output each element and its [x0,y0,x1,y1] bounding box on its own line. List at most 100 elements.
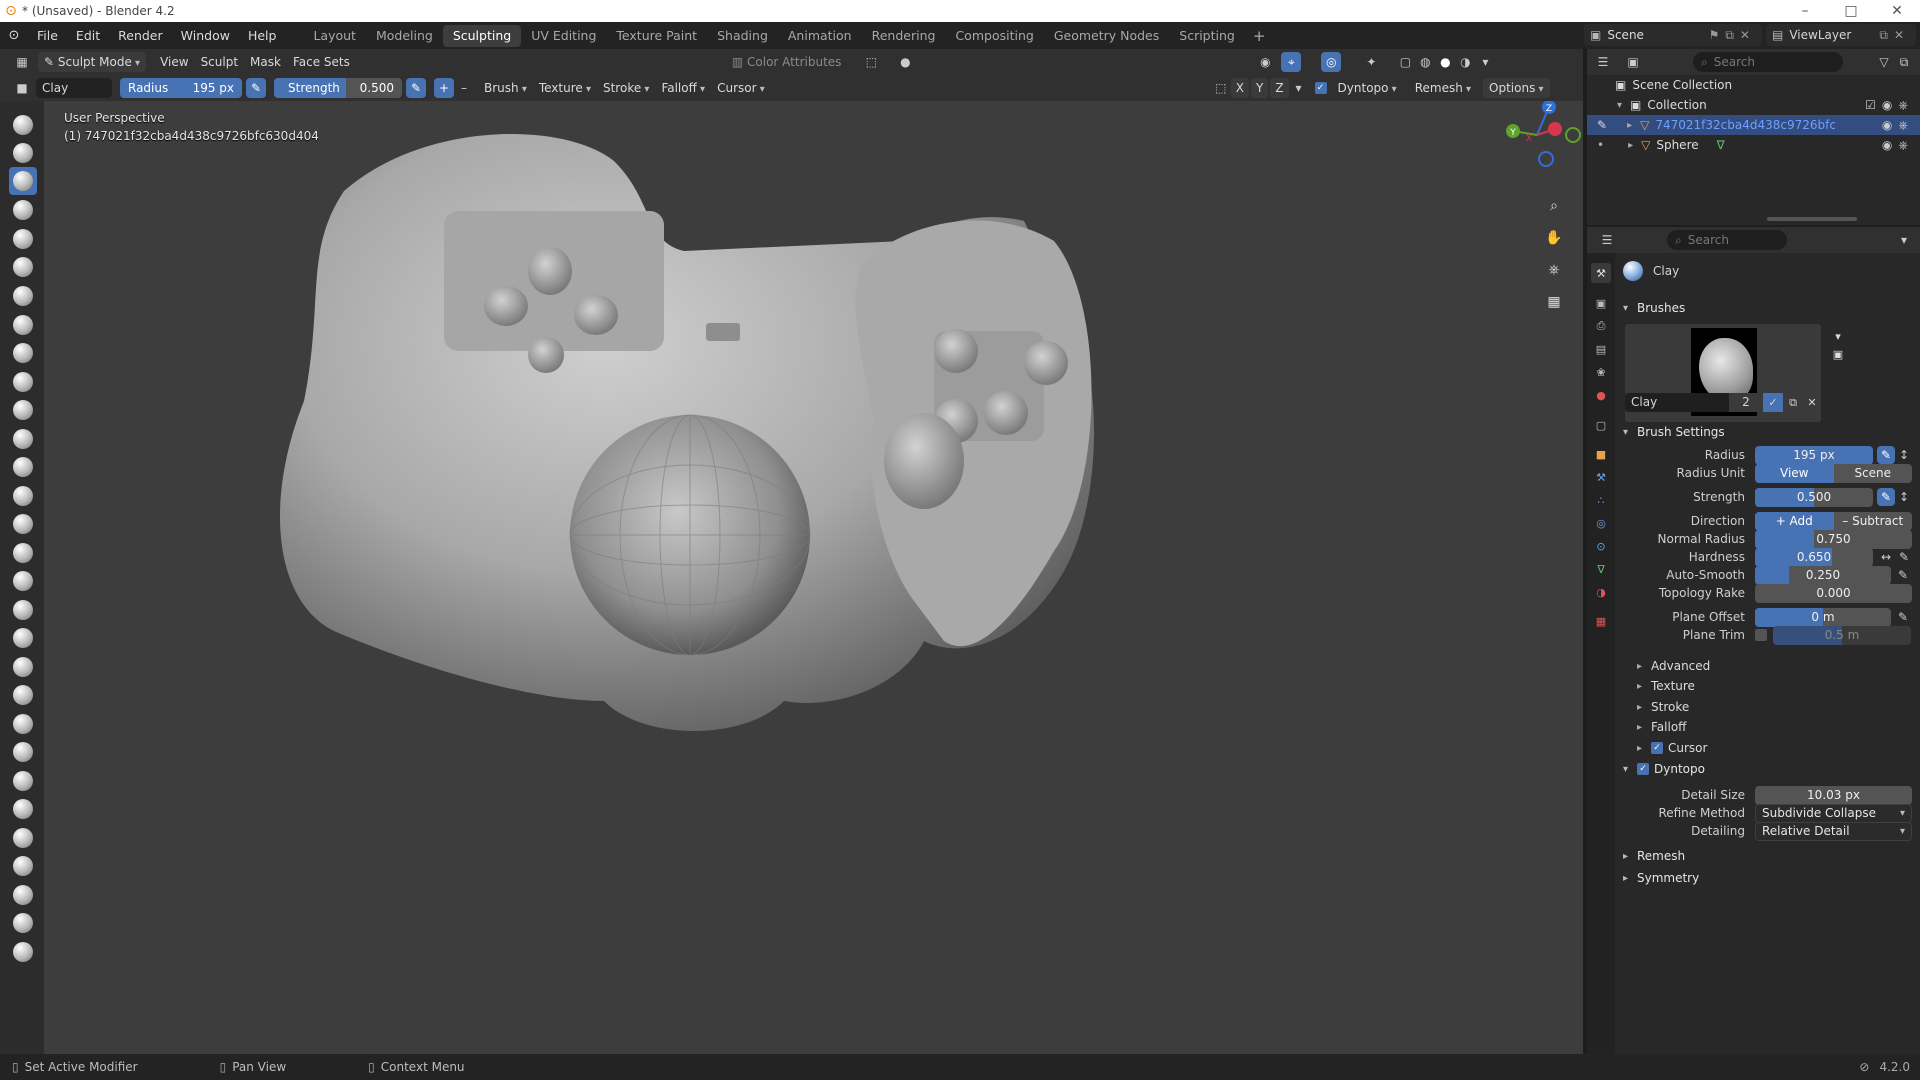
cursor-subsection[interactable]: ▸ ✓ Cursor [1637,741,1707,755]
sphere-visibility-icons[interactable]: ◉⎈ [1882,138,1914,153]
topology-rake-field[interactable]: 0.000 [1755,583,1912,603]
tool-rotate[interactable] [9,710,37,738]
tab-uv-editing[interactable]: UV Editing [521,25,606,47]
tool-fill[interactable] [9,425,37,453]
options-menu[interactable]: Options [1483,78,1550,98]
scene-actions-icon[interactable]: ⚑⧉✕ [1709,28,1762,43]
scene-tab-icon[interactable]: ❀ [1591,362,1611,382]
pan-hand-icon[interactable]: ✋ [1541,225,1567,251]
radius-field[interactable]: 195 px [1755,445,1873,465]
direction-add-icon[interactable]: + [434,78,454,98]
tab-rendering[interactable]: Rendering [862,25,946,47]
expand-object-icon[interactable]: ▸ [1627,120,1632,131]
editor-type-icon[interactable]: ▦ [12,52,32,72]
menu-mask[interactable]: Mask [244,52,287,72]
shading-options-icon[interactable]: ▾ [1475,52,1495,72]
plane-offset-pressure-icon[interactable]: ✎ [1894,608,1912,626]
fake-user-shield-icon[interactable]: ✓ [1763,393,1783,412]
modifier-tab-icon[interactable]: ⚒ [1591,467,1611,487]
advanced-subsection[interactable]: ▸ Advanced [1637,659,1710,673]
tool-inflate[interactable] [9,282,37,310]
symmetry-section-header[interactable]: ▸ Symmetry [1623,871,1699,885]
outliner-row-collection[interactable]: ▾ ▣ Collection ☑◉⎈ [1587,95,1920,115]
strength-pressure-icon[interactable]: ✎ [1877,488,1895,506]
tab-texture-paint[interactable]: Texture Paint [606,25,707,47]
tab-compositing[interactable]: Compositing [945,25,1043,47]
stroke-menu[interactable]: Stroke [597,78,655,98]
tool-smooth[interactable] [9,368,37,396]
menu-view[interactable]: View [154,52,194,72]
refine-method-dropdown[interactable]: Subdivide Collapse [1755,803,1912,823]
properties-editor-type-icon[interactable]: ☰ [1597,230,1617,250]
navigation-gizmo[interactable]: Z Y X [1493,101,1583,181]
radius-pressure-icon[interactable]: ✎ [1877,446,1895,464]
outliner-row-sphere[interactable]: • ▸ ▽ Sphere ∇ ◉⎈ [1587,135,1920,155]
dyntopo-section-header[interactable]: ▾ ✓ Dyntopo [1623,762,1705,776]
tab-modeling[interactable]: Modeling [366,25,443,47]
scene-selector[interactable]: ▣ Scene ⚑⧉✕ [1584,24,1762,46]
material-tab-icon[interactable]: ◑ [1591,582,1611,602]
radius-field[interactable]: Radius 195 px [120,78,242,98]
tab-shading[interactable]: Shading [707,25,778,47]
dyntopo-menu[interactable]: Dyntopo [1332,78,1403,98]
constraints-tab-icon[interactable]: ⊙ [1591,536,1611,556]
texture-tab-icon[interactable]: ▦ [1591,611,1611,631]
blender-menu-icon[interactable]: ⊙ [0,28,28,43]
new-collection-icon[interactable]: ⧉ [1894,52,1914,72]
world-tab-icon[interactable]: ● [1591,385,1611,405]
symmetry-lock-icon[interactable]: ⬚ [1211,78,1231,98]
mode-selector[interactable]: ✎ Sculpt Mode [38,52,147,72]
expand-collection-icon[interactable]: ▾ [1617,100,1622,111]
texture-subsection[interactable]: ▸ Texture [1637,679,1695,693]
cursor-menu[interactable]: Cursor [711,78,771,98]
hardness-field[interactable]: 0.650 [1755,547,1873,567]
brush-menu[interactable]: Brush [478,78,533,98]
material-shading-icon[interactable]: ● [1435,52,1455,72]
minimize-button[interactable]: – [1782,3,1828,19]
expand-sphere-icon[interactable]: ▸ [1628,140,1633,151]
tool-clay-strips[interactable] [9,196,37,224]
render-tab-icon[interactable]: ▣ [1591,293,1611,313]
tool-crease[interactable] [9,339,37,367]
hardness-invert-icon[interactable]: ↔ [1877,548,1895,566]
visibility-icon[interactable]: ◉ [1255,52,1275,72]
tool-transform[interactable] [9,938,37,966]
view-layer-actions-icon[interactable]: ⧉✕ [1879,28,1916,43]
unlink-brush-icon[interactable]: ✕ [1803,393,1821,412]
tab-geometry-nodes[interactable]: Geometry Nodes [1044,25,1169,47]
3d-viewport[interactable]: User Perspective (1) 747021f32cba4d438c9… [44,101,1583,1054]
strength-field[interactable]: Strength 0.500 [274,78,402,98]
normal-radius-field[interactable]: 0.750 [1755,529,1912,549]
filter-icon[interactable]: ▽ [1874,52,1894,72]
tab-animation[interactable]: Animation [778,25,862,47]
object-visibility-icons[interactable]: ◉⎈ [1882,118,1914,133]
menu-help[interactable]: Help [239,28,286,43]
camera-view-icon[interactable]: ⎈ [1541,257,1567,283]
zoom-icon[interactable]: ⌕ [1541,193,1567,219]
wireframe-shading-icon[interactable]: ▢ [1395,52,1415,72]
tool-cloth[interactable] [9,795,37,823]
direction-add[interactable]: + Add [1755,511,1834,531]
menu-face-sets[interactable]: Face Sets [287,52,356,72]
add-workspace-button[interactable]: + [1245,27,1274,45]
direction-subtract[interactable]: – Subtract [1833,511,1912,531]
tool-draw-face-sets[interactable] [9,881,37,909]
view-layer-selector[interactable]: ▤ ViewLayer ⧉✕ [1766,24,1916,46]
plane-offset-field[interactable]: 0 m [1755,607,1891,627]
tool-blob[interactable] [9,311,37,339]
detailing-dropdown[interactable]: Relative Detail [1755,821,1912,841]
collection-tab-icon[interactable]: ▢ [1591,415,1611,435]
gizmo-toggle-icon[interactable]: ⌖ [1281,52,1302,72]
axis-options-icon[interactable]: ▾ [1289,78,1309,98]
sculpt-edit-icon[interactable]: ✎ [1597,118,1607,132]
axis-y-toggle[interactable]: Y [1250,78,1269,98]
duplicate-brush-icon[interactable]: ⧉ [1783,393,1803,412]
radius-unit-scene[interactable]: Scene [1833,463,1912,483]
radius-curve-icon[interactable]: ↕ [1895,446,1913,464]
tool-snake-hook[interactable] [9,596,37,624]
transform-pivot-icon[interactable]: ⬚ [861,52,881,72]
tool-clay-thumb[interactable] [9,225,37,253]
menu-edit[interactable]: Edit [67,28,109,43]
output-tab-icon[interactable]: ⎙ [1591,316,1611,336]
properties-search-input[interactable]: ⌕ Search [1667,230,1787,250]
